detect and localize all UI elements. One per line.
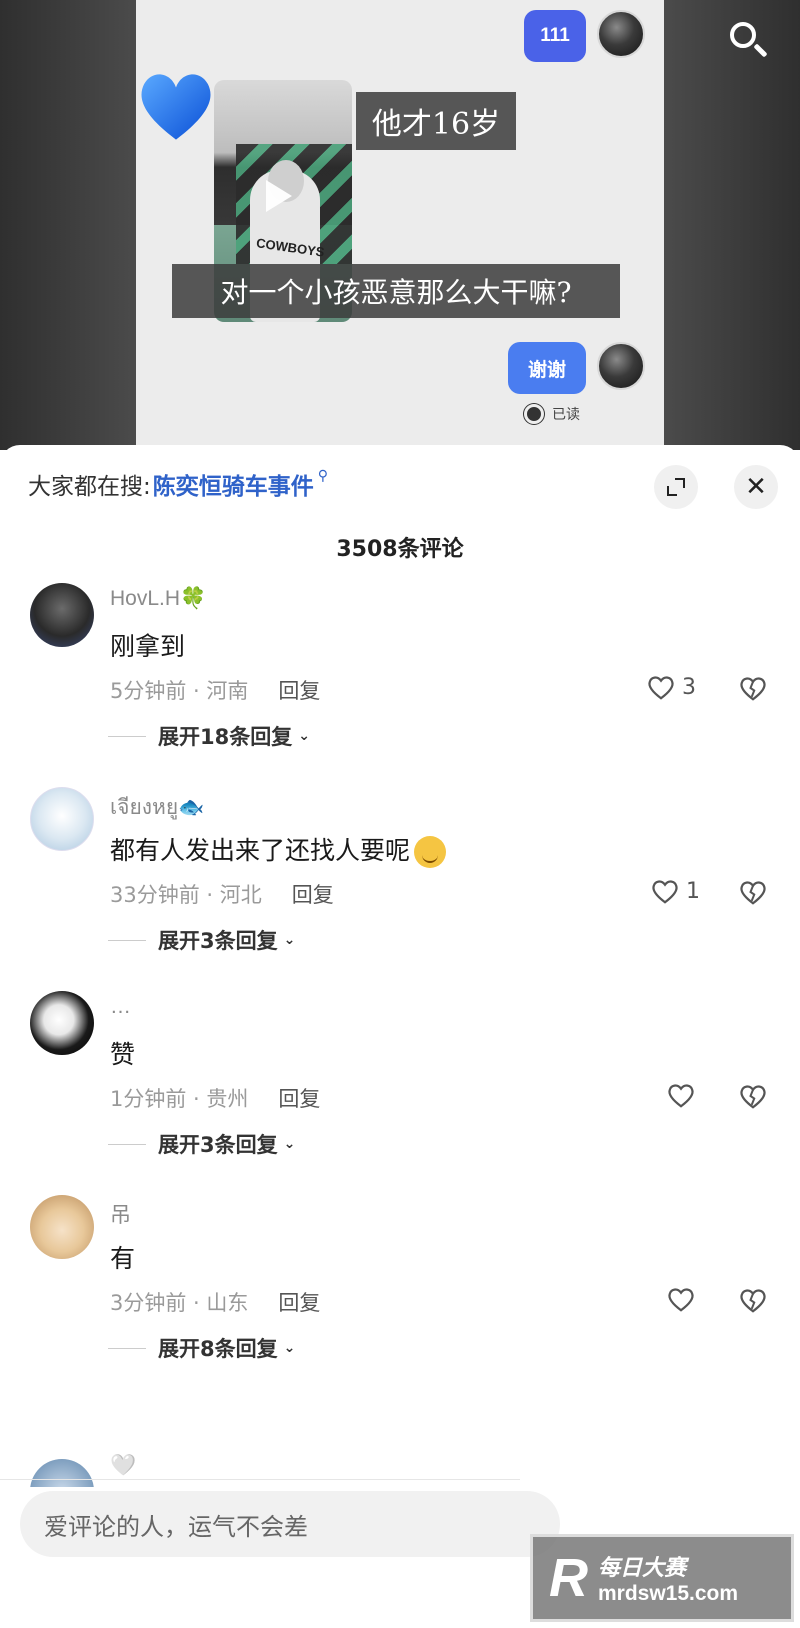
heart-outline-icon: [668, 1084, 694, 1108]
expand-replies-button[interactable]: 展开8条回复 ⌄: [108, 1333, 296, 1363]
comment-text-row: 都有人发出来了还找人要呢: [110, 831, 447, 868]
divider-line: [108, 735, 146, 737]
like-button[interactable]: 3: [646, 673, 696, 701]
comment-time-location: 33分钟前 · 河北: [110, 883, 262, 907]
trending-topic-link[interactable]: 陈奕恒骑车事件: [153, 467, 314, 501]
like-button[interactable]: 1: [650, 877, 700, 905]
expand-replies-button[interactable]: 展开18条回复 ⌄: [108, 721, 310, 751]
watermark-logo: R: [549, 1548, 588, 1608]
like-count: 3: [682, 674, 696, 700]
read-status: 已读: [524, 404, 580, 424]
divider-line: [108, 1347, 146, 1349]
comment-text: 都有人发出来了还找人要呢: [110, 836, 411, 865]
video-caption-2: 对一个小孩恶意那么大干嘛?: [172, 264, 620, 318]
divider-line: [108, 939, 146, 941]
comment-username[interactable]: …: [110, 995, 131, 1019]
reader-avatar-icon: [524, 404, 544, 424]
comment-item: เจียงหยู🐟 都有人发出来了还找人要呢 33分钟前 · 河北 回复 1 展…: [0, 787, 800, 987]
broken-heart-icon[interactable]: [738, 673, 768, 703]
comment-item: 吊 有 3分钟前 · 山东 回复 展开8条回复 ⌄: [0, 1195, 800, 1395]
comment-username[interactable]: HovL.H🍀: [110, 587, 206, 611]
watermark-text: 每日大赛 mrdsw15.com: [598, 1550, 738, 1606]
expand-button[interactable]: [654, 465, 698, 509]
expand-icon: [667, 478, 685, 496]
comment-item: … 赞 1分钟前 · 贵州 回复 展开3条回复 ⌄: [0, 991, 800, 1191]
watermark-name: 每日大赛: [598, 1556, 687, 1581]
video-caption-1: 他才16岁: [356, 92, 516, 150]
trending-prefix: 大家都在搜:: [28, 474, 151, 500]
comment-item: HovL.H🍀 刚拿到 5分钟前 · 河南 回复 3 展开18条回复 ⌄: [0, 583, 800, 783]
like-button[interactable]: [666, 1081, 702, 1109]
comment-meta: 33分钟前 · 河北 回复: [110, 879, 334, 909]
comment-time-location: 3分钟前 · 山东: [110, 1291, 249, 1315]
broken-heart-icon[interactable]: [738, 1081, 768, 1111]
expand-replies-label: 展开3条回复: [158, 1133, 278, 1157]
comment-input-placeholder: 爱评论的人，运气不会差: [44, 1512, 308, 1541]
comment-meta: 3分钟前 · 山东 回复: [110, 1287, 320, 1317]
chat-bubble-111: 111: [524, 10, 586, 62]
close-icon: ✕: [745, 472, 767, 502]
expand-replies-label: 展开3条回复: [158, 929, 278, 953]
comment-username[interactable]: เจียงหยู🐟: [110, 791, 204, 824]
video-blur-left: [0, 0, 136, 450]
play-icon[interactable]: [266, 180, 292, 212]
comment-time-location: 1分钟前 · 贵州: [110, 1087, 249, 1111]
chevron-down-icon: ⌄: [283, 1136, 296, 1152]
comment-input[interactable]: 爱评论的人，运气不会差: [20, 1491, 560, 1557]
expand-replies-button[interactable]: 展开3条回复 ⌄: [108, 1129, 296, 1159]
close-button[interactable]: ✕: [734, 465, 778, 509]
comment-text: 刚拿到: [110, 632, 186, 661]
like-count: 1: [686, 878, 700, 904]
comment-username[interactable]: 🤍: [110, 1453, 136, 1478]
reply-button[interactable]: 回复: [292, 879, 334, 909]
comment-username[interactable]: 吊: [110, 1199, 131, 1229]
comment-meta: 5分钟前 · 河南 回复: [110, 675, 320, 705]
site-watermark: R 每日大赛 mrdsw15.com: [530, 1534, 794, 1622]
video-blur-right: [664, 0, 800, 450]
blue-heart-icon: [141, 74, 211, 140]
smile-emoji-icon: [414, 836, 447, 868]
heart-outline-icon: [652, 880, 678, 904]
chevron-down-icon: ⌄: [283, 932, 296, 948]
avatar[interactable]: [30, 787, 94, 851]
expand-replies-label: 展开18条回复: [158, 725, 293, 749]
comment-count-title: 3508条评论: [336, 537, 464, 562]
comment-meta: 1分钟前 · 贵州 回复: [110, 1083, 320, 1113]
like-button[interactable]: [666, 1285, 702, 1313]
input-divider: [0, 1479, 520, 1480]
expand-replies-button[interactable]: 展开3条回复 ⌄: [108, 925, 296, 955]
avatar[interactable]: [30, 1195, 94, 1259]
chevron-down-icon: ⌄: [298, 728, 310, 744]
comment-text: 赞: [110, 1040, 136, 1069]
heart-outline-icon: [648, 676, 674, 700]
comment-time-location: 5分钟前 · 河南: [110, 679, 249, 703]
video-player[interactable]: 111 COWBOYS 他才16岁 对一个小孩恶意那么大干嘛? 谢谢 已读: [0, 0, 800, 450]
broken-heart-icon[interactable]: [738, 877, 768, 907]
reply-button[interactable]: 回复: [278, 1287, 320, 1317]
expand-replies-label: 展开8条回复: [158, 1337, 278, 1361]
reply-button[interactable]: 回复: [278, 1083, 320, 1113]
watermark-url: mrdsw15.com: [598, 1582, 739, 1605]
avatar[interactable]: [30, 1459, 94, 1487]
chevron-down-icon: ⌄: [283, 1340, 296, 1356]
avatar[interactable]: [30, 583, 94, 647]
reply-button[interactable]: 回复: [278, 675, 320, 705]
search-icon[interactable]: [722, 14, 774, 66]
chat-avatar-2: [597, 342, 645, 390]
broken-heart-icon[interactable]: [738, 1285, 768, 1315]
trending-search[interactable]: 大家都在搜: 陈奕恒骑车事件 ⚲: [28, 467, 328, 501]
comments-panel: 大家都在搜: 陈奕恒骑车事件 ⚲ ✕ 3508条评论 HovL.H🍀 刚拿到 5…: [0, 445, 800, 1628]
heart-outline-icon: [668, 1288, 694, 1312]
small-search-icon: ⚲: [317, 468, 329, 484]
comment-item-partial: 🤍: [30, 1451, 770, 1487]
chat-bubble-thanks: 谢谢: [508, 342, 586, 394]
comment-text: 有: [110, 1244, 136, 1273]
chat-avatar: [597, 10, 645, 58]
divider-line: [108, 1143, 146, 1145]
avatar[interactable]: [30, 991, 94, 1055]
read-status-label: 已读: [552, 407, 580, 423]
